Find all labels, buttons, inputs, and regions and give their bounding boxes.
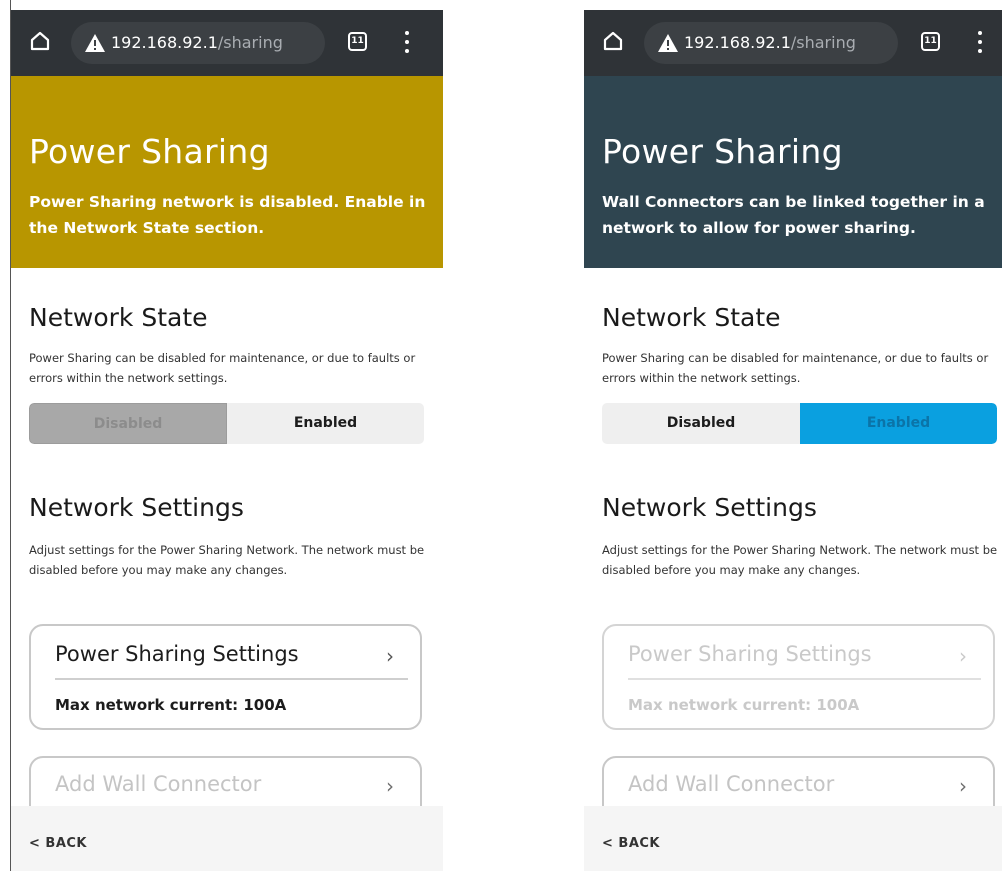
max-current-text: Max network current: 100A <box>55 696 287 714</box>
banner-description: Wall Connectors can be linked together i… <box>602 193 985 237</box>
power-sharing-settings-card: Power Sharing Settings › Max network cur… <box>602 624 995 730</box>
banner-description: Power Sharing network is disabled. Enabl… <box>29 193 426 237</box>
tab-switcher-button[interactable]: 11 <box>348 32 367 51</box>
network-state-toggle: Disabled Enabled <box>29 403 424 444</box>
network-settings-description: Adjust settings for the Power Sharing Ne… <box>602 543 998 577</box>
network-state-description: Power Sharing can be disabled for mainte… <box>29 351 416 385</box>
page-banner: Power Sharing Wall Connectors can be lin… <box>584 76 1002 268</box>
add-connector-label: Add Wall Connector <box>628 772 835 796</box>
back-button[interactable]: < BACK <box>602 836 660 851</box>
page-banner: Power Sharing Power Sharing network is d… <box>11 76 443 268</box>
address-bar[interactable]: 192.168.92.1/sharing <box>644 22 898 64</box>
network-state-description: Power Sharing can be disabled for mainte… <box>602 351 989 385</box>
card-title: Power Sharing Settings <box>628 642 872 666</box>
home-icon[interactable] <box>29 30 51 52</box>
bottom-bar: < BACK <box>584 806 1002 871</box>
divider <box>628 678 981 680</box>
chevron-right-icon: › <box>959 774 967 798</box>
page-title: Power Sharing <box>602 132 843 171</box>
chevron-right-icon: › <box>386 774 394 798</box>
home-icon[interactable] <box>602 30 624 52</box>
back-button[interactable]: < BACK <box>29 836 87 851</box>
enabled-option[interactable]: Enabled <box>227 403 424 444</box>
warning-icon <box>658 34 678 52</box>
disabled-option[interactable]: Disabled <box>29 403 227 444</box>
bottom-bar: < BACK <box>11 806 443 871</box>
url-text: 192.168.92.1/sharing <box>111 33 283 52</box>
browser-toolbar: 192.168.92.1/sharing 11 <box>584 10 1002 76</box>
url-text: 192.168.92.1/sharing <box>684 33 856 52</box>
card-title: Power Sharing Settings <box>55 642 299 666</box>
enabled-option[interactable]: Enabled <box>800 403 997 444</box>
screen-disabled: 192.168.92.1/sharing 11 Power Sharing Po… <box>10 0 443 871</box>
network-state-title: Network State <box>29 303 208 332</box>
warning-icon <box>85 34 105 52</box>
power-sharing-settings-card[interactable]: Power Sharing Settings › Max network cur… <box>29 624 422 730</box>
browser-toolbar: 192.168.92.1/sharing 11 <box>11 10 443 76</box>
disabled-option[interactable]: Disabled <box>602 403 800 444</box>
divider <box>55 678 408 680</box>
max-current-text: Max network current: 100A <box>628 696 860 714</box>
overflow-menu-icon[interactable] <box>978 31 982 53</box>
screen-enabled: 192.168.92.1/sharing 11 Power Sharing Wa… <box>584 0 1002 871</box>
network-state-title: Network State <box>602 303 781 332</box>
address-bar[interactable]: 192.168.92.1/sharing <box>71 22 325 64</box>
network-settings-title: Network Settings <box>602 493 817 522</box>
network-state-toggle: Disabled Enabled <box>602 403 997 444</box>
page-title: Power Sharing <box>29 132 270 171</box>
overflow-menu-icon[interactable] <box>405 31 409 53</box>
tab-switcher-button[interactable]: 11 <box>921 32 940 51</box>
add-connector-label: Add Wall Connector <box>55 772 262 796</box>
chevron-right-icon: › <box>959 644 967 668</box>
network-settings-title: Network Settings <box>29 493 244 522</box>
network-settings-description: Adjust settings for the Power Sharing Ne… <box>29 543 425 577</box>
chevron-right-icon: › <box>386 644 394 668</box>
